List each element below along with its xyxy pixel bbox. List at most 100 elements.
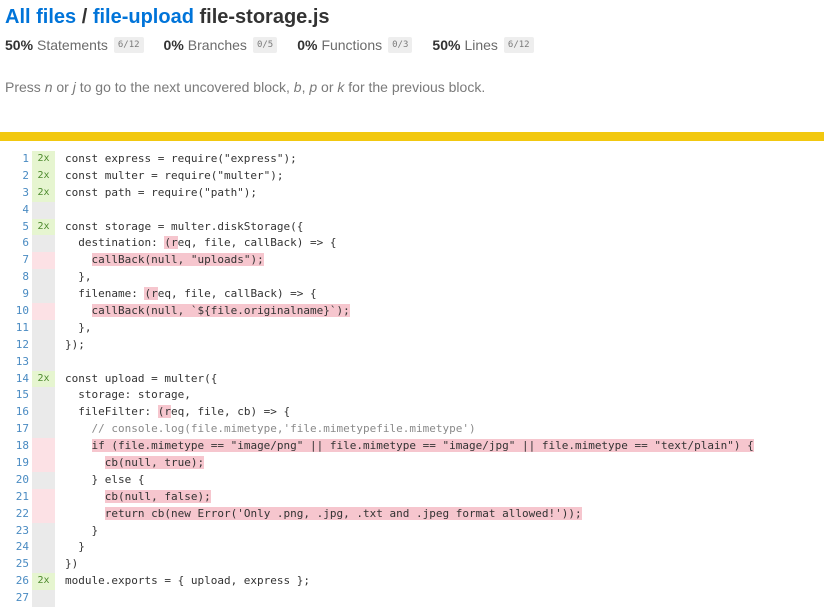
code-text: eq, file, cb) => { xyxy=(170,405,291,419)
line-number-link[interactable]: 18 xyxy=(0,438,29,455)
source-code-column: const express = require("express"); const… xyxy=(55,151,824,607)
code-text: filename: xyxy=(65,287,145,301)
metric-percent: 0% xyxy=(297,37,318,53)
breadcrumb-all-files-link[interactable]: All files xyxy=(5,6,76,28)
line-number-link[interactable]: 20 xyxy=(0,472,29,489)
hit-count xyxy=(32,235,55,253)
source-line: destination: (req, file, callBack) => { xyxy=(65,235,824,252)
metric-fraction-badge: 6/12 xyxy=(503,37,534,53)
line-number-link[interactable]: 10 xyxy=(0,303,29,320)
hit-count: 2x xyxy=(32,370,55,388)
hit-count xyxy=(32,556,55,574)
metric-label: Lines xyxy=(464,37,498,53)
line-number-link[interactable]: 6 xyxy=(0,235,29,252)
hit-count xyxy=(32,286,55,304)
code-text: eq, file, callBack) => { xyxy=(157,287,317,301)
uncovered-statement: callBack(null, "uploads"); xyxy=(91,253,264,267)
line-number-link[interactable]: 8 xyxy=(0,269,29,286)
source-line: cb(null, true); xyxy=(65,455,824,472)
uncovered-function-marker: (r xyxy=(157,405,171,419)
hit-count xyxy=(32,336,55,354)
hit-count xyxy=(32,387,55,405)
uncovered-statement: callBack(null, `${file.originalname}`); xyxy=(91,304,350,318)
source-line: const storage = multer.diskStorage({ xyxy=(65,219,304,233)
line-number-link[interactable]: 11 xyxy=(0,320,29,337)
source-line: } xyxy=(65,523,99,537)
breadcrumb-folder-link[interactable]: file-upload xyxy=(93,6,194,28)
line-number-link[interactable]: 16 xyxy=(0,404,29,421)
source-line xyxy=(65,354,824,371)
hint-text: Press xyxy=(5,79,45,95)
line-number-link[interactable]: 25 xyxy=(0,556,29,573)
line-number-link[interactable]: 19 xyxy=(0,455,29,472)
code-text: destination: xyxy=(65,236,165,250)
hit-count xyxy=(32,522,55,540)
line-number-link[interactable]: 2 xyxy=(0,168,29,185)
hint-key-b: b xyxy=(293,79,302,95)
hit-count xyxy=(32,319,55,337)
line-number-link[interactable]: 9 xyxy=(0,286,29,303)
line-number-link[interactable]: 17 xyxy=(0,421,29,438)
source-line: cb(null, false); xyxy=(65,489,824,506)
hit-count: 2x xyxy=(32,151,55,168)
line-number-link[interactable]: 12 xyxy=(0,337,29,354)
line-number-link[interactable]: 7 xyxy=(0,252,29,269)
hint-text: or xyxy=(52,79,73,95)
page-title: All files / file-upload file-storage.js xyxy=(5,0,824,32)
metric-fraction-badge: 0/5 xyxy=(252,37,278,53)
hit-count xyxy=(32,404,55,422)
line-number-link[interactable]: 4 xyxy=(0,202,29,219)
source-line: callBack(null, "uploads"); xyxy=(65,252,824,269)
source-line: const path = require("path"); xyxy=(65,185,258,199)
metric-lines: 50% Lines 6/12 xyxy=(432,37,534,53)
source-line: }) xyxy=(65,557,79,571)
hit-count xyxy=(32,438,55,456)
line-number-link[interactable]: 23 xyxy=(0,523,29,540)
hit-count-column: 2x 2x 2x 2x 2x 2x xyxy=(32,151,55,607)
hit-count: 2x xyxy=(32,167,55,185)
source-line xyxy=(65,590,824,607)
source-listing: 1 2 3 4 5 6 7 8 9 10 11 12 13 14 15 16 17 18 19 20 21 22 23 24 2… xyxy=(0,151,824,607)
uncovered-statement: cb(null, true); xyxy=(104,456,205,470)
code-text: eq, file, callBack) => { xyxy=(177,236,337,250)
line-number-link[interactable]: 21 xyxy=(0,489,29,506)
hit-count xyxy=(32,353,55,371)
code-text: fileFilter: xyxy=(65,405,158,419)
source-line: if (file.mimetype == "image/png" || file… xyxy=(65,438,824,455)
breadcrumb-file-name: file-storage.js xyxy=(199,6,330,28)
hint-key-p: p xyxy=(309,79,318,95)
keyboard-hint: Press n or j to go to the next uncovered… xyxy=(5,58,824,132)
line-number-link[interactable]: 14 xyxy=(0,371,29,388)
line-number-link[interactable]: 15 xyxy=(0,387,29,404)
source-line: }, xyxy=(65,320,92,334)
source-line: filename: (req, file, callBack) => { xyxy=(65,286,824,303)
hit-count xyxy=(32,471,55,489)
line-number-link[interactable]: 27 xyxy=(0,590,29,607)
uncovered-function-marker: (r xyxy=(164,236,178,250)
source-line: const upload = multer({ xyxy=(65,371,218,385)
metric-percent: 50% xyxy=(432,37,461,53)
line-number-link[interactable]: 22 xyxy=(0,506,29,523)
metric-percent: 0% xyxy=(163,37,184,53)
line-number-link[interactable]: 13 xyxy=(0,354,29,371)
hint-text: for the previous block. xyxy=(344,79,486,95)
source-line: const express = require("express"); xyxy=(65,152,297,165)
hit-count xyxy=(32,590,55,607)
uncovered-statement: return cb(new Error('Only .png, .jpg, .t… xyxy=(104,506,582,520)
hit-count xyxy=(32,269,55,287)
line-number-link[interactable]: 1 xyxy=(0,151,29,168)
line-number-link[interactable]: 3 xyxy=(0,185,29,202)
hit-count xyxy=(32,303,55,320)
hit-count xyxy=(32,201,55,219)
line-number-link[interactable]: 24 xyxy=(0,539,29,556)
line-numbers-column: 1 2 3 4 5 6 7 8 9 10 11 12 13 14 15 16 17 18 19 20 21 22 23 24 2… xyxy=(0,151,32,607)
metric-percent: 50% xyxy=(5,37,34,53)
metric-label: Functions xyxy=(321,37,383,53)
hint-text: to go to the next uncovered block, xyxy=(75,79,294,95)
line-number-link[interactable]: 5 xyxy=(0,219,29,236)
coverage-status-bar xyxy=(0,132,824,141)
